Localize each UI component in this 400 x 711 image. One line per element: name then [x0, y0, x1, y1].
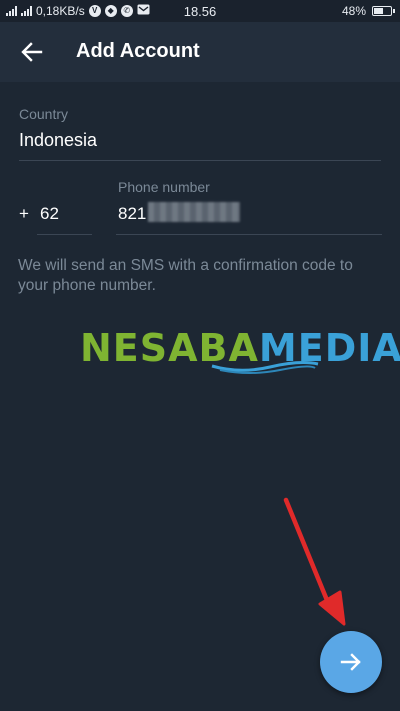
- wave-icon: [211, 361, 319, 374]
- next-button[interactable]: [320, 631, 382, 693]
- arrow-right-icon: [340, 653, 361, 671]
- battery-icon: [372, 6, 395, 16]
- phone-input[interactable]: 821: [118, 204, 146, 224]
- status-bar: 0,18KB/s V ◆ ✆ 18.56 48%: [0, 0, 400, 22]
- app-bar: Add Account: [0, 22, 400, 82]
- battery-percent: 48%: [341, 4, 366, 18]
- sms-info-text: We will send an SMS with a confirmation …: [18, 257, 353, 294]
- country-code-input[interactable]: 62: [40, 204, 59, 224]
- country-code-underline: [37, 234, 92, 235]
- page-title: Add Account: [76, 40, 200, 62]
- back-button[interactable]: [16, 36, 48, 68]
- country-select[interactable]: Indonesia: [19, 130, 97, 151]
- phone-underline: [116, 234, 382, 235]
- redacted-digits: [148, 202, 240, 222]
- arrow-left-icon: [21, 42, 43, 62]
- plus-sign: +: [19, 204, 29, 223]
- screen: 0,18KB/s V ◆ ✆ 18.56 48% Add Account Cou…: [0, 0, 400, 711]
- phone-label: Phone number: [118, 179, 210, 195]
- country-label: Country: [19, 106, 69, 122]
- status-right: 48%: [341, 4, 395, 18]
- clock: 18.56: [183, 4, 217, 19]
- country-underline: [19, 160, 381, 161]
